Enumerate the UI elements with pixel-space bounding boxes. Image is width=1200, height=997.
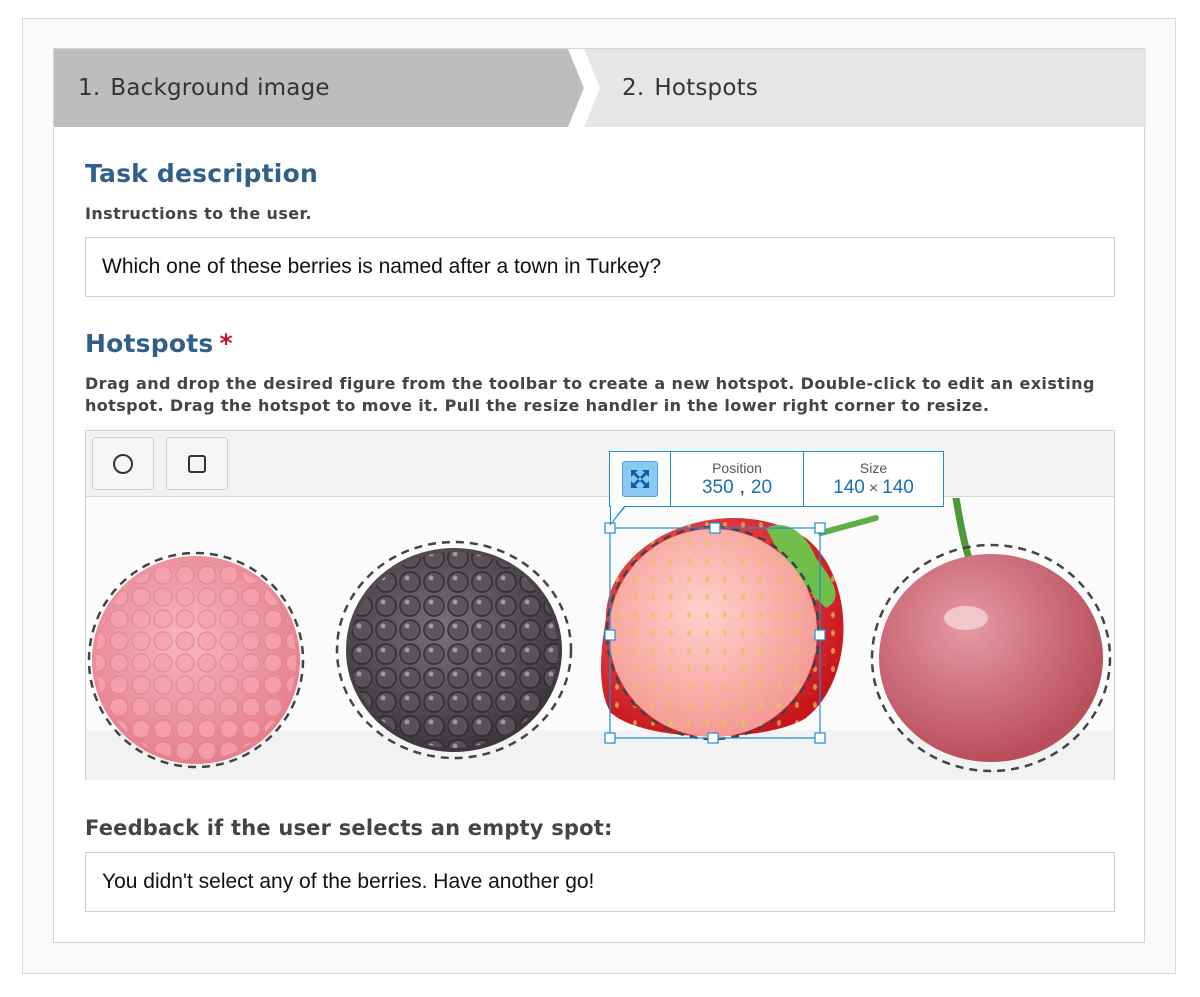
resize-handle[interactable] [709, 522, 721, 534]
step-number: 1. [78, 75, 101, 101]
step-background-image[interactable]: 1. Background image [54, 49, 584, 127]
size-label: Size [859, 459, 888, 476]
position-y[interactable]: 20 [751, 477, 772, 498]
size-times: × [868, 479, 879, 497]
size-height[interactable]: 140 [882, 477, 914, 498]
blackberry-image [335, 540, 573, 760]
size-cell: Size 140 × 140 [804, 452, 943, 506]
rectangle-tool-button[interactable] [166, 437, 228, 490]
resize-handle[interactable] [814, 629, 826, 641]
move-handle-button[interactable] [622, 461, 658, 497]
required-mark: * [219, 329, 233, 358]
hotspot-toolbar [86, 431, 1114, 497]
hotspots-title-text: Hotspots [85, 329, 214, 358]
position-x[interactable]: 350 [702, 477, 734, 498]
hotspot-position-size-popover: Position 350, 20 Size 140 × 140 [609, 451, 944, 526]
circle-icon [113, 453, 133, 474]
position-separator: , [739, 476, 745, 498]
hotspot-editor: Position 350, 20 Size 140 × 140 [85, 430, 1115, 780]
wizard-steps: 1. Background image 2. Hotspots [54, 49, 1146, 127]
hotspots-title: Hotspots * [85, 329, 233, 358]
step-label: Background image [110, 75, 330, 101]
position-value: 350, 20 [702, 477, 772, 499]
resize-handle[interactable] [814, 522, 826, 534]
task-description-help: Instructions to the user. [85, 204, 313, 223]
step-number: 2. [622, 75, 645, 101]
circle-tool-button[interactable] [92, 437, 154, 490]
resize-handle[interactable] [707, 732, 719, 744]
size-width[interactable]: 140 [833, 477, 865, 498]
move-handle-cell [610, 452, 671, 506]
feedback-label: Feedback if the user selects an empty sp… [85, 816, 613, 840]
expand-arrows-icon [631, 470, 649, 488]
hotspot-content-editor: 1. Background image 2. Hotspots Task des… [53, 48, 1146, 943]
position-label: Position [712, 459, 762, 476]
size-value: 140 × 140 [833, 477, 914, 499]
hotspots-help: Drag and drop the desired figure from th… [85, 374, 1095, 415]
square-icon [188, 454, 206, 473]
feedback-input[interactable]: You didn't select any of the berries. Ha… [85, 852, 1115, 912]
resize-handle[interactable] [604, 629, 616, 641]
step-label: Hotspots [654, 75, 758, 101]
position-cell: Position 350, 20 [671, 452, 804, 506]
step-hotspots[interactable]: 2. Hotspots [622, 49, 758, 127]
task-description-title: Task description [85, 159, 318, 188]
strawberry-image [601, 515, 879, 741]
berries-image [86, 498, 1114, 780]
task-description-input[interactable]: Which one of these berries is named afte… [85, 237, 1115, 297]
resize-handle[interactable] [814, 732, 826, 744]
resize-handle[interactable] [604, 732, 616, 744]
hotspot-canvas[interactable] [86, 498, 1114, 780]
